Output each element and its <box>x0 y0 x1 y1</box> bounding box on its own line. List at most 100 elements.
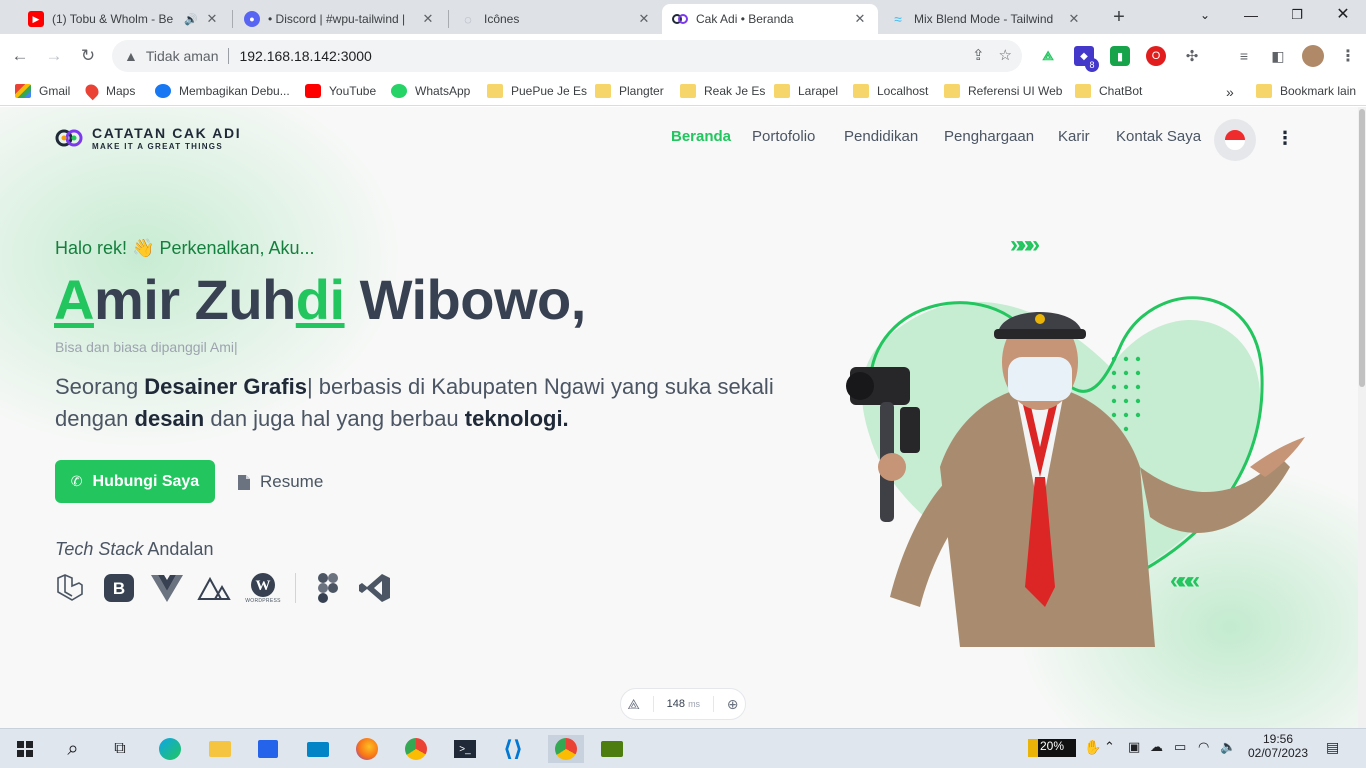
new-tab-button[interactable]: + <box>1106 6 1132 30</box>
extension-badge: 8 <box>1085 58 1099 72</box>
bookmark-folder[interactable]: Reak Je Es <box>680 84 765 98</box>
wordpress-icon: W WORDPRESS <box>245 571 280 605</box>
bookmark-folder[interactable]: Plangter <box>595 84 664 98</box>
address-bar[interactable]: ▲ Tidak aman 192.168.18.142:3000 ⇪ ☆ <box>112 40 1022 72</box>
close-tab-icon[interactable]: ✕ <box>1066 11 1082 27</box>
dev-indicator-pill[interactable]: ⟁ 148 ms ⊕ <box>620 688 746 720</box>
tab-tailwind[interactable]: ≈ Mix Blend Mode - Tailwind ✕ <box>880 4 1092 34</box>
terminal-icon[interactable]: >_ <box>450 735 480 763</box>
page-scrollbar[interactable] <box>1358 107 1366 728</box>
scrollbar-thumb[interactable] <box>1359 109 1365 387</box>
other-bookmarks[interactable]: Bookmark lain <box>1256 84 1356 98</box>
tab-youtube[interactable]: ▶ (1) Tobu & Wholm - Be 🔊 ✕ <box>18 4 230 34</box>
tab-discord[interactable]: ● • Discord | #wpu-tailwind | ✕ <box>234 4 446 34</box>
bookmark-folder[interactable]: Localhost <box>853 84 928 98</box>
tab-search-chevron-icon[interactable]: ⌄ <box>1182 0 1228 32</box>
notifications-icon[interactable]: ▤ <box>1326 739 1339 756</box>
nav-beranda[interactable]: Beranda <box>671 128 731 145</box>
restore-button[interactable]: ❐ <box>1274 0 1320 32</box>
app-icon[interactable] <box>597 735 627 763</box>
nav-pendidikan[interactable]: Pendidikan <box>844 128 918 145</box>
onedrive-icon[interactable]: ☁ <box>1150 739 1163 755</box>
close-tab-icon[interactable]: ✕ <box>636 11 652 27</box>
more-menu-icon[interactable]: ⋮ <box>1276 129 1294 147</box>
tab-icones[interactable]: ◌ Icônes ✕ <box>450 4 662 34</box>
opera-icon[interactable]: O <box>1146 46 1166 66</box>
windows-start-icon[interactable] <box>10 735 40 763</box>
site-logo[interactable]: CATATAN CAK ADI MAKE IT A GREAT THINGS <box>54 125 241 151</box>
inspect-target-icon[interactable]: ⊕ <box>727 696 739 713</box>
store-icon[interactable] <box>253 735 283 763</box>
reload-button[interactable]: ↻ <box>74 42 102 70</box>
url-text[interactable]: 192.168.18.142:3000 <box>239 48 371 64</box>
tab-title: Cak Adi • Beranda <box>696 12 794 26</box>
volume-icon[interactable]: 🔈 <box>1220 739 1236 755</box>
bookmark-youtube[interactable]: YouTube <box>305 84 376 98</box>
network-icon[interactable]: ▭ <box>1174 739 1186 755</box>
bookmark-facebook[interactable]: Membagikan Debu... <box>155 84 290 98</box>
render-time-unit: ms <box>688 699 701 709</box>
language-switcher[interactable] <box>1214 119 1256 161</box>
battery-indicator[interactable]: 20% <box>1028 739 1076 757</box>
chrome-icon[interactable] <box>401 735 431 763</box>
touch-icon[interactable]: ✋ <box>1084 739 1101 756</box>
render-time: 148 ms <box>667 698 700 710</box>
nav-karir[interactable]: Karir <box>1058 128 1090 145</box>
avatar[interactable] <box>1302 45 1324 67</box>
chrome-active-icon[interactable] <box>548 735 584 763</box>
extensions-puzzle-icon[interactable]: ✣ <box>1182 46 1202 66</box>
share-icon[interactable]: ⇪ <box>972 46 985 64</box>
close-tab-icon[interactable]: ✕ <box>204 11 220 27</box>
security-label[interactable]: Tidak aman <box>146 48 219 64</box>
nav-penghargaan[interactable]: Penghargaan <box>944 128 1034 145</box>
speaker-icon[interactable]: 🔊 <box>184 13 198 26</box>
vscode-taskbar-icon[interactable]: ⟨⟩ <box>498 735 528 763</box>
nuxt-devtools-icon[interactable]: ⟁ <box>1038 46 1058 66</box>
vscode-icon <box>358 571 392 605</box>
media-queue-icon[interactable]: ≡ <box>1234 46 1254 66</box>
tab-title: • Discord | #wpu-tailwind | <box>268 12 406 26</box>
chevron-up-icon[interactable]: ⌃ <box>1104 739 1115 755</box>
nav-kontak-saya[interactable]: Kontak Saya <box>1116 128 1201 145</box>
bookmark-folder[interactable]: Larapel <box>774 84 838 98</box>
nav-portofolio[interactable]: Portofolio <box>752 128 815 145</box>
file-explorer-icon[interactable] <box>205 735 235 763</box>
desc-bold: teknologi. <box>464 406 569 431</box>
mail-icon[interactable] <box>303 735 333 763</box>
resume-label: Resume <box>260 472 324 491</box>
bookmark-label: Maps <box>106 84 136 98</box>
youtube-icon: ▶ <box>28 11 44 27</box>
bookmark-gmail[interactable]: Gmail <box>15 84 70 98</box>
close-tab-icon[interactable]: ✕ <box>852 11 868 27</box>
back-button[interactable]: ← <box>6 42 34 70</box>
search-icon[interactable]: ⌕ <box>58 735 88 763</box>
desc-bold: Desainer Grafis <box>144 374 307 399</box>
forward-button[interactable]: → <box>40 42 68 70</box>
bookmark-label: Localhost <box>877 84 929 98</box>
task-view-icon[interactable]: ⧉ <box>105 735 135 763</box>
bookmark-folder[interactable]: Referensi UI Web <box>944 84 1062 98</box>
more-bookmarks-chevron-icon[interactable]: » <box>1226 84 1234 100</box>
chrome-menu-icon[interactable]: ⋮ <box>1338 46 1358 66</box>
tab-cak-adi[interactable]: Cak Adi • Beranda ✕ <box>662 4 878 34</box>
facebook-icon <box>155 84 171 98</box>
close-window-button[interactable]: ✕ <box>1320 0 1366 32</box>
minimize-button[interactable]: — <box>1228 0 1274 32</box>
extension-icon[interactable]: ▮ <box>1110 46 1130 66</box>
clock[interactable]: 19:56 02/07/2023 <box>1246 732 1310 760</box>
edge-icon[interactable] <box>155 735 185 763</box>
maps-icon <box>82 81 102 101</box>
firefox-icon[interactable] <box>352 735 382 763</box>
contact-me-button[interactable]: ✆ Hubungi Saya <box>55 460 215 503</box>
close-tab-icon[interactable]: ✕ <box>420 11 436 27</box>
wifi-icon[interactable]: ◠ <box>1198 739 1209 755</box>
side-panel-icon[interactable]: ◧ <box>1268 46 1288 66</box>
bookmark-star-icon[interactable]: ☆ <box>999 46 1012 64</box>
resume-link[interactable]: Resume <box>238 472 323 492</box>
warning-icon[interactable]: ▲ <box>124 48 138 64</box>
bookmark-maps[interactable]: Maps <box>82 81 136 101</box>
bookmark-folder[interactable]: PuePue Je Es <box>487 84 587 98</box>
bookmark-folder[interactable]: ChatBot <box>1075 84 1142 98</box>
bookmark-whatsapp[interactable]: WhatsApp <box>391 84 470 98</box>
device-icon[interactable]: ▣ <box>1128 739 1140 755</box>
